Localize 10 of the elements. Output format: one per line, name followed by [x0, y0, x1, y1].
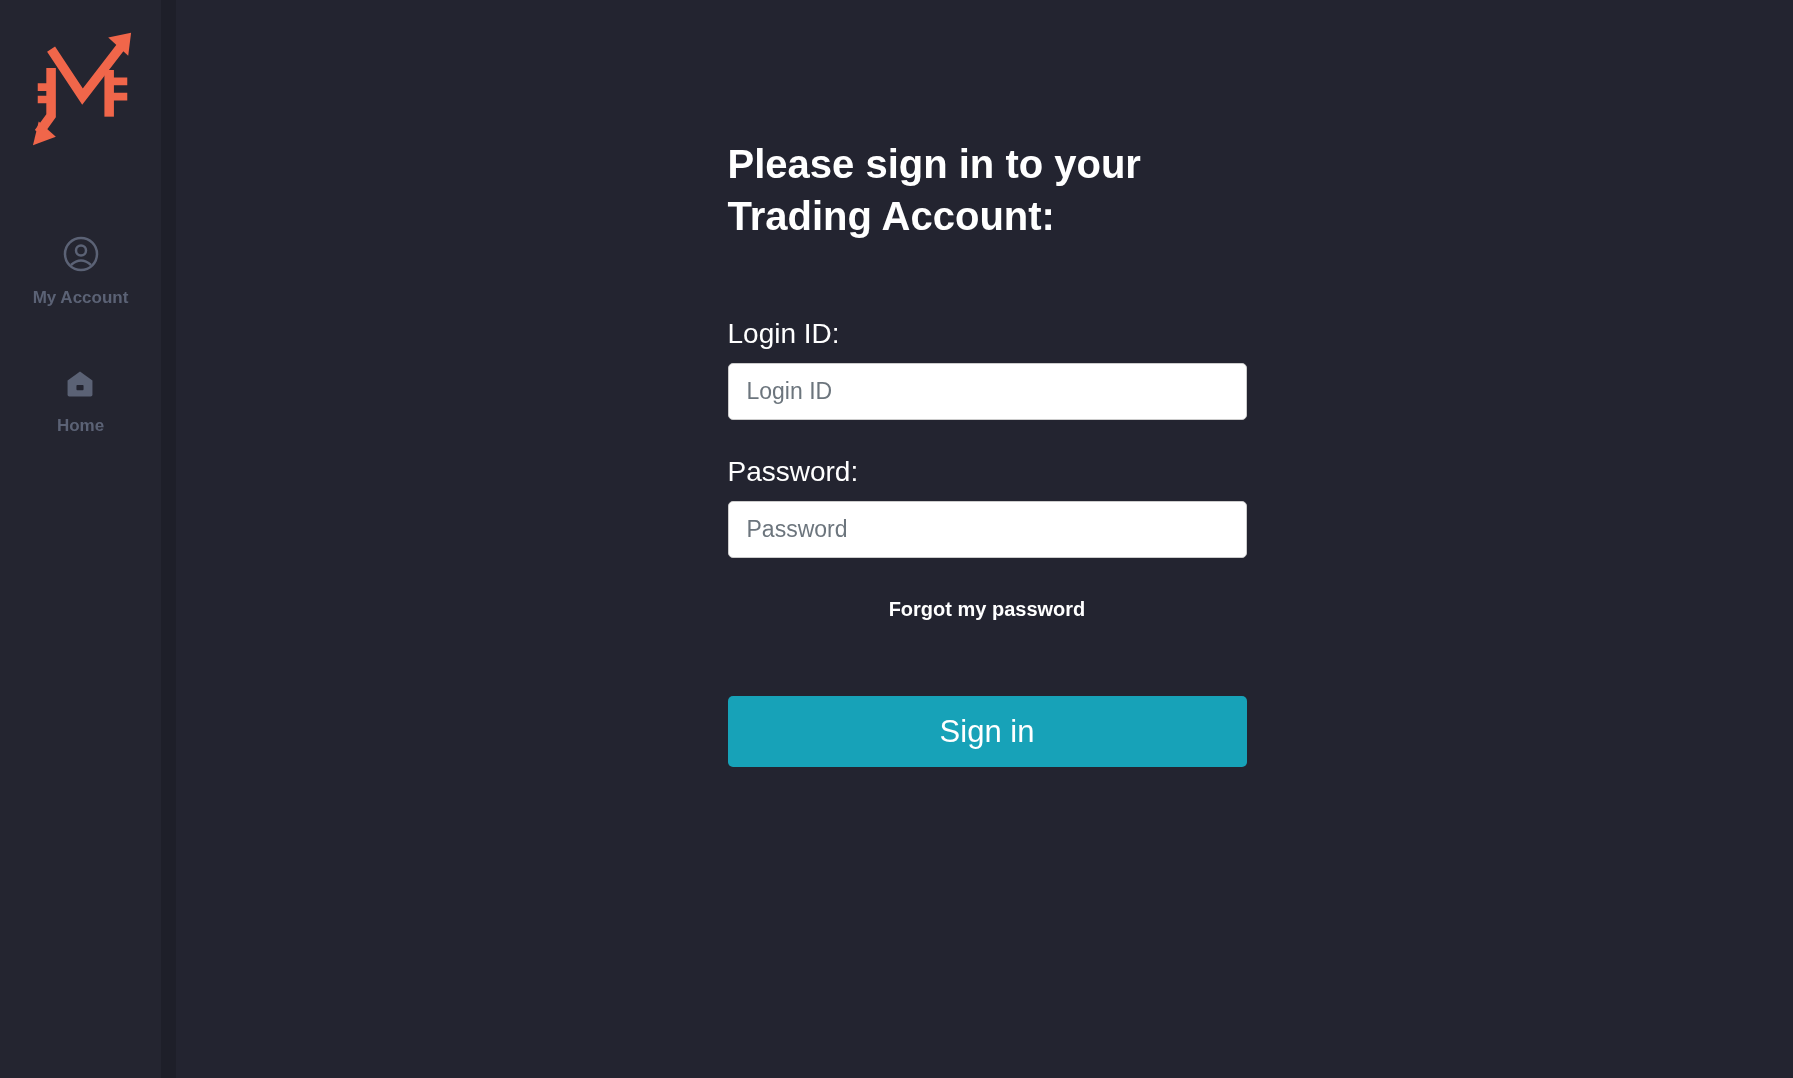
- field-label: Password:: [727, 456, 860, 488]
- form-title: Please sign in to your Trading Account:: [727, 141, 1142, 240]
- field-label: Login ID:: [727, 318, 841, 350]
- input-field[interactable]: Login ID: [727, 363, 1247, 420]
- input-field[interactable]: Password: [727, 501, 1247, 558]
- user-icon: [62, 236, 99, 272]
- nav-item[interactable]: Home: [56, 368, 105, 436]
- nav-item[interactable]: My Account: [32, 236, 129, 308]
- sign-in-button[interactable]: Sign in: [727, 696, 1247, 767]
- forgot-password-link[interactable]: Forgot my password: [888, 598, 1086, 621]
